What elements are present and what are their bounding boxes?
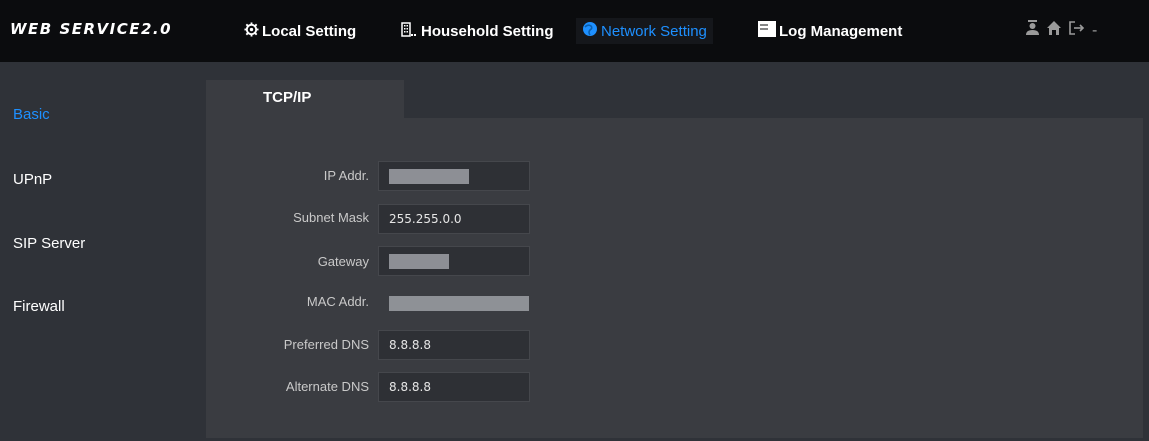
ip-addr-field[interactable] (378, 161, 530, 191)
nav-log-management[interactable]: Log Management (758, 18, 902, 44)
header-actions: - (1025, 20, 1097, 41)
building-icon (401, 21, 418, 41)
alternate-dns-field[interactable]: 8.8.8.8 (378, 372, 530, 402)
ip-addr-label: IP Addr. (323, 168, 369, 183)
header-separator: - (1092, 21, 1098, 39)
gear-icon (244, 21, 259, 41)
logout-icon[interactable] (1068, 20, 1086, 41)
sidebar-item-sip-server[interactable]: SIP Server (13, 235, 85, 252)
subnet-mask-field[interactable]: 255.255.0.0 (378, 204, 530, 234)
nav-household-setting-label: Household Setting (421, 22, 554, 40)
sidebar-item-basic[interactable]: Basic (13, 106, 50, 123)
gateway-label: Gateway (317, 254, 369, 269)
nav-local-setting-label: Local Setting (262, 22, 357, 40)
top-bar: WEB SERVICE2.0 Local Setting Household S… (0, 0, 1149, 62)
mac-addr-label: MAC Addr. (306, 294, 369, 309)
sidebar-item-upnp[interactable]: UPnP (13, 171, 52, 188)
subnet-mask-label: Subnet Mask (293, 210, 369, 225)
masked-value (389, 169, 469, 184)
alternate-dns-label: Alternate DNS (285, 379, 369, 394)
tab-tcp-ip[interactable]: TCP/IP (206, 80, 404, 118)
home-icon[interactable] (1046, 20, 1062, 41)
preferred-dns-label: Preferred DNS (283, 337, 369, 352)
nav-log-management-label: Log Management (779, 22, 903, 40)
log-icon (758, 21, 776, 41)
user-icon[interactable] (1025, 20, 1040, 41)
masked-value (389, 254, 449, 269)
mac-addr-field (378, 288, 530, 318)
nav-network-setting-label: Network Setting (601, 22, 707, 40)
nav-local-setting[interactable]: Local Setting (244, 18, 356, 44)
sidebar-item-firewall[interactable]: Firewall (13, 298, 65, 315)
app-logo: WEB SERVICE2.0 (10, 20, 173, 38)
nav-network-setting[interactable]: Network Setting (576, 18, 713, 44)
nav-household-setting[interactable]: Household Setting (401, 18, 554, 44)
masked-value (389, 296, 529, 311)
gateway-field[interactable] (378, 246, 530, 276)
globe-icon (582, 21, 598, 41)
preferred-dns-field[interactable]: 8.8.8.8 (378, 330, 530, 360)
